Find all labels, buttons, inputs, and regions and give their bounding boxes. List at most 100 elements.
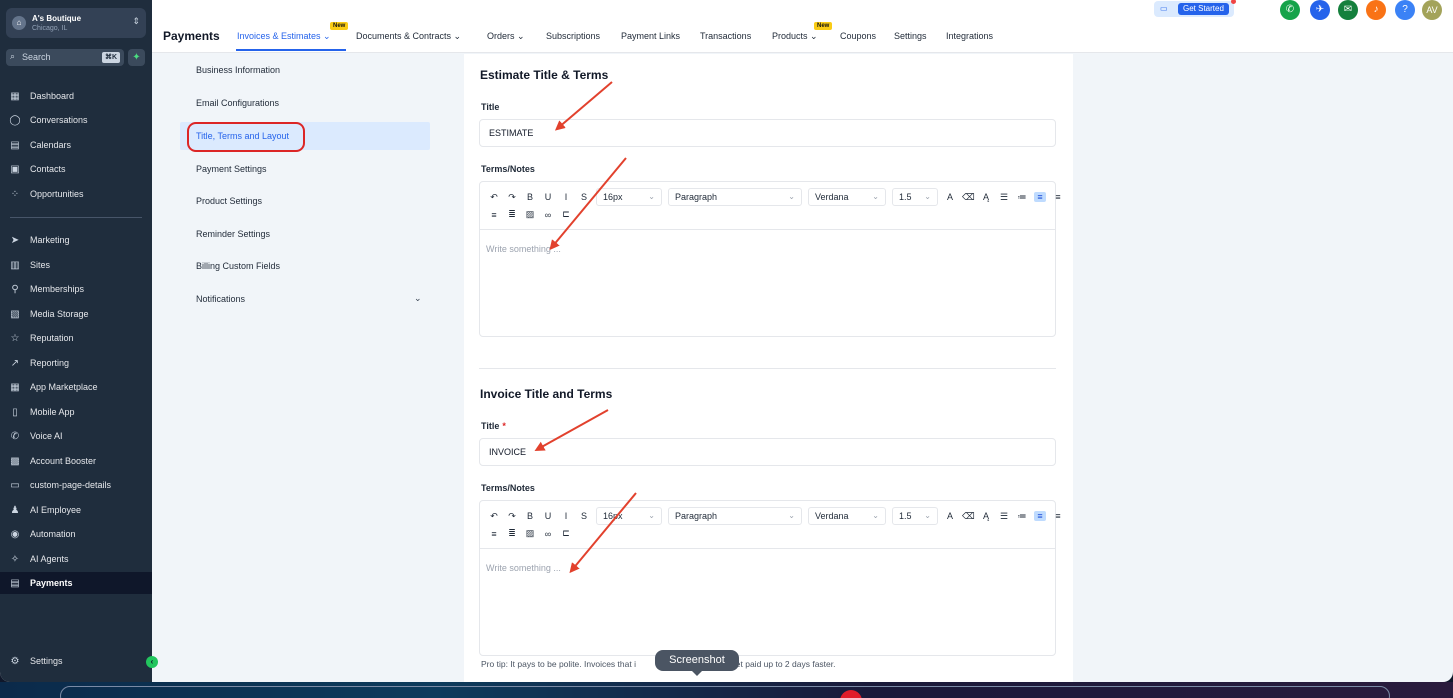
font-size-select[interactable]: 16px ⌄: [596, 188, 662, 206]
embed-icon[interactable]: ⊏: [560, 209, 572, 220]
undo-icon[interactable]: ↶: [488, 192, 500, 203]
avatar[interactable]: AV: [1422, 0, 1442, 20]
align-left-icon[interactable]: ≡: [1034, 192, 1046, 202]
bold-icon[interactable]: B: [524, 511, 536, 521]
subnav-item-reminder-settings[interactable]: Reminder Settings: [180, 220, 430, 248]
subnav-item-business-information[interactable]: Business Information: [180, 56, 430, 84]
clear-format-icon[interactable]: ⌫: [962, 511, 975, 522]
quick-action-bolt-icon[interactable]: ✦: [128, 49, 145, 66]
subnav-item-billing-custom-fields[interactable]: Billing Custom Fields: [180, 252, 430, 280]
invoice-terms-editor[interactable]: ↶ ↷ B U I S 16px ⌄ Paragraph ⌄ Verdana ⌄ 1.5 ⌄ A ⌫ Ą ☰ ≔ ≡ ≡…: [479, 500, 1061, 656]
clear-format-icon[interactable]: ⌫: [962, 192, 975, 203]
tab-integrations[interactable]: Integrations: [946, 31, 993, 41]
sidebar-item-custom-page-details[interactable]: ▭ custom-page-details: [0, 474, 152, 496]
bullet-list-icon[interactable]: ☰: [998, 511, 1010, 522]
underline-icon[interactable]: U: [542, 511, 554, 521]
subnav-item-product-settings[interactable]: Product Settings: [180, 187, 430, 215]
subnav-item-email-configurations[interactable]: Email Configurations: [180, 89, 430, 117]
font-family-select[interactable]: Verdana ⌄: [808, 188, 886, 206]
sidebar-item-contacts[interactable]: ▣ Contacts: [0, 158, 152, 180]
phone-icon[interactable]: ✆: [1280, 0, 1300, 20]
italic-icon[interactable]: I: [560, 511, 572, 521]
sidebar-item-ai-agents[interactable]: ✧ AI Agents: [0, 548, 152, 570]
sidebar-item-memberships[interactable]: ⚲ Memberships: [0, 278, 152, 300]
align-center-icon[interactable]: ≡: [1052, 192, 1064, 202]
editor-placeholder[interactable]: Write something ...: [486, 563, 561, 573]
sidebar-item-reputation[interactable]: ☆ Reputation: [0, 327, 152, 349]
block-format-select[interactable]: Paragraph ⌄: [668, 188, 802, 206]
tab-invoices-estimates[interactable]: Invoices & Estimates ⌄: [237, 31, 331, 42]
rocket-icon[interactable]: ✈: [1310, 0, 1330, 20]
text-color-icon[interactable]: A: [944, 192, 956, 202]
text-color-icon[interactable]: A: [944, 511, 956, 521]
numbered-list-icon[interactable]: ≔: [1016, 511, 1028, 522]
tab-payment-links[interactable]: Payment Links: [621, 31, 680, 41]
justify-icon[interactable]: ≣: [506, 528, 518, 539]
sidebar-item-opportunities[interactable]: ⁘ Opportunities: [0, 183, 152, 205]
font-family-select[interactable]: Verdana ⌄: [808, 507, 886, 525]
estimate-terms-editor[interactable]: ↶ ↷ B U I S 16px ⌄ Paragraph ⌄ Verdana ⌄ 1.5 ⌄ A ⌫ Ą ☰ ≔ ≡ ≡…: [479, 181, 1061, 337]
sidebar-item-dashboard[interactable]: ▦ Dashboard: [0, 85, 152, 107]
search-input[interactable]: ⌕ Search ⌘K: [6, 49, 124, 66]
align-center-icon[interactable]: ≡: [1052, 511, 1064, 521]
insert-link-icon[interactable]: ∞: [542, 210, 554, 220]
subnav-item-payment-settings[interactable]: Payment Settings: [180, 155, 430, 183]
estimate-title-input[interactable]: ESTIMATE: [479, 119, 1056, 147]
sidebar-item-ai-employee[interactable]: ♟ AI Employee: [0, 499, 152, 521]
tab-coupons[interactable]: Coupons: [840, 31, 876, 41]
highlight-icon[interactable]: Ą: [980, 511, 992, 521]
align-right-icon[interactable]: ≡: [488, 210, 500, 220]
tab-products[interactable]: Products ⌄: [772, 31, 818, 42]
block-format-select[interactable]: Paragraph ⌄: [668, 507, 802, 525]
chevron-down-icon[interactable]: ⌄: [414, 293, 422, 304]
megaphone-icon[interactable]: ✉: [1338, 0, 1358, 20]
justify-icon[interactable]: ≣: [506, 209, 518, 220]
bullet-list-icon[interactable]: ☰: [998, 192, 1010, 203]
sidebar-item-marketing[interactable]: ➤ Marketing: [0, 229, 152, 251]
sidebar-item-automation[interactable]: ◉ Automation: [0, 523, 152, 545]
tab-documents-contracts[interactable]: Documents & Contracts ⌄: [356, 31, 461, 42]
sidebar-item-conversations[interactable]: ◯ Conversations: [0, 109, 152, 131]
highlight-icon[interactable]: Ą: [980, 192, 992, 202]
get-started-button[interactable]: Get Started: [1178, 3, 1229, 15]
numbered-list-icon[interactable]: ≔: [1016, 192, 1028, 203]
font-size-select[interactable]: 16px ⌄: [596, 507, 662, 525]
sidebar-item-mobile-app[interactable]: ▯ Mobile App: [0, 401, 152, 423]
embed-icon[interactable]: ⊏: [560, 528, 572, 539]
help-icon[interactable]: ?: [1395, 0, 1415, 20]
sidebar-item-payments[interactable]: ▤ Payments: [0, 572, 152, 594]
invoice-title-input[interactable]: INVOICE: [479, 438, 1056, 466]
sidebar-item-sites[interactable]: ▥ Sites: [0, 254, 152, 276]
align-right-icon[interactable]: ≡: [488, 529, 500, 539]
editor-placeholder[interactable]: Write something ...: [486, 244, 561, 254]
tab-settings[interactable]: Settings: [894, 31, 927, 41]
sidebar-item-settings[interactable]: ⚙ Settings: [0, 650, 152, 672]
sidebar-item-app-marketplace[interactable]: ▦ App Marketplace: [0, 376, 152, 398]
italic-icon[interactable]: I: [560, 192, 572, 202]
insert-image-icon[interactable]: ▨: [524, 209, 536, 220]
bell-icon[interactable]: ♪: [1366, 0, 1386, 20]
get-started-widget[interactable]: ▭ Get Started: [1154, 0, 1236, 17]
sidebar-item-reporting[interactable]: ↗ Reporting: [0, 352, 152, 374]
collapse-sidebar-icon[interactable]: ‹: [146, 656, 158, 668]
redo-icon[interactable]: ↷: [506, 511, 518, 522]
insert-link-icon[interactable]: ∞: [542, 529, 554, 539]
underline-icon[interactable]: U: [542, 192, 554, 202]
subnav-item-notifications[interactable]: Notifications: [180, 285, 430, 313]
sidebar-item-account-booster[interactable]: ▩ Account Booster: [0, 450, 152, 472]
account-switcher[interactable]: ⌂ A's Boutique Chicago, IL ⇕: [6, 8, 146, 38]
line-height-select[interactable]: 1.5 ⌄: [892, 507, 938, 525]
strikethrough-icon[interactable]: S: [578, 511, 590, 521]
strikethrough-icon[interactable]: S: [578, 192, 590, 202]
sidebar-item-voice-ai[interactable]: ✆ Voice AI: [0, 425, 152, 447]
sidebar-item-media-storage[interactable]: ▧ Media Storage: [0, 303, 152, 325]
align-left-icon[interactable]: ≡: [1034, 511, 1046, 521]
undo-icon[interactable]: ↶: [488, 511, 500, 522]
redo-icon[interactable]: ↷: [506, 192, 518, 203]
bold-icon[interactable]: B: [524, 192, 536, 202]
tab-subscriptions[interactable]: Subscriptions: [546, 31, 600, 41]
tab-transactions[interactable]: Transactions: [700, 31, 751, 41]
tab-orders[interactable]: Orders ⌄: [487, 31, 525, 42]
insert-image-icon[interactable]: ▨: [524, 528, 536, 539]
line-height-select[interactable]: 1.5 ⌄: [892, 188, 938, 206]
